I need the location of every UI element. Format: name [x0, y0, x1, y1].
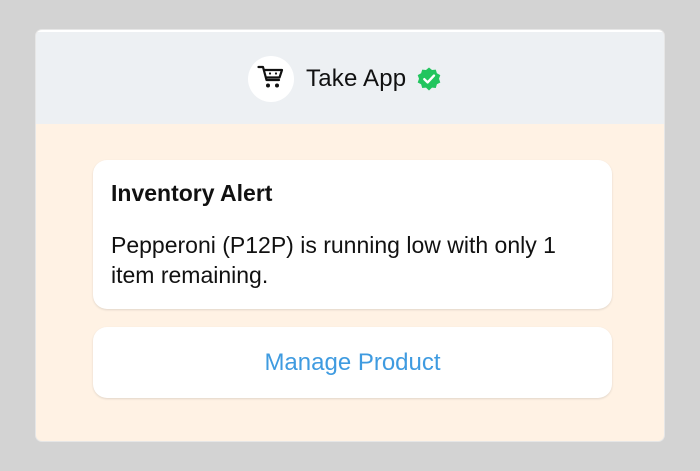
manage-product-label: Manage Product [264, 348, 441, 376]
app-name: Take App [306, 65, 407, 92]
inventory-alert-card: Inventory Alert Pepperoni (P12P) is runn… [93, 160, 612, 309]
alert-title: Inventory Alert [111, 180, 273, 206]
app-header: Take App [36, 30, 664, 124]
manage-product-button[interactable]: Manage Product [93, 327, 612, 398]
shopping-cart-icon [257, 64, 285, 95]
alert-message: Pepperoni (P12P) is running low with onl… [111, 232, 556, 288]
app-logo [248, 56, 294, 102]
message-window: Take App Inventory Alert Pepperoni (P12P… [36, 30, 664, 441]
verified-badge-icon [416, 66, 442, 92]
app-identity: Take App [248, 56, 442, 102]
